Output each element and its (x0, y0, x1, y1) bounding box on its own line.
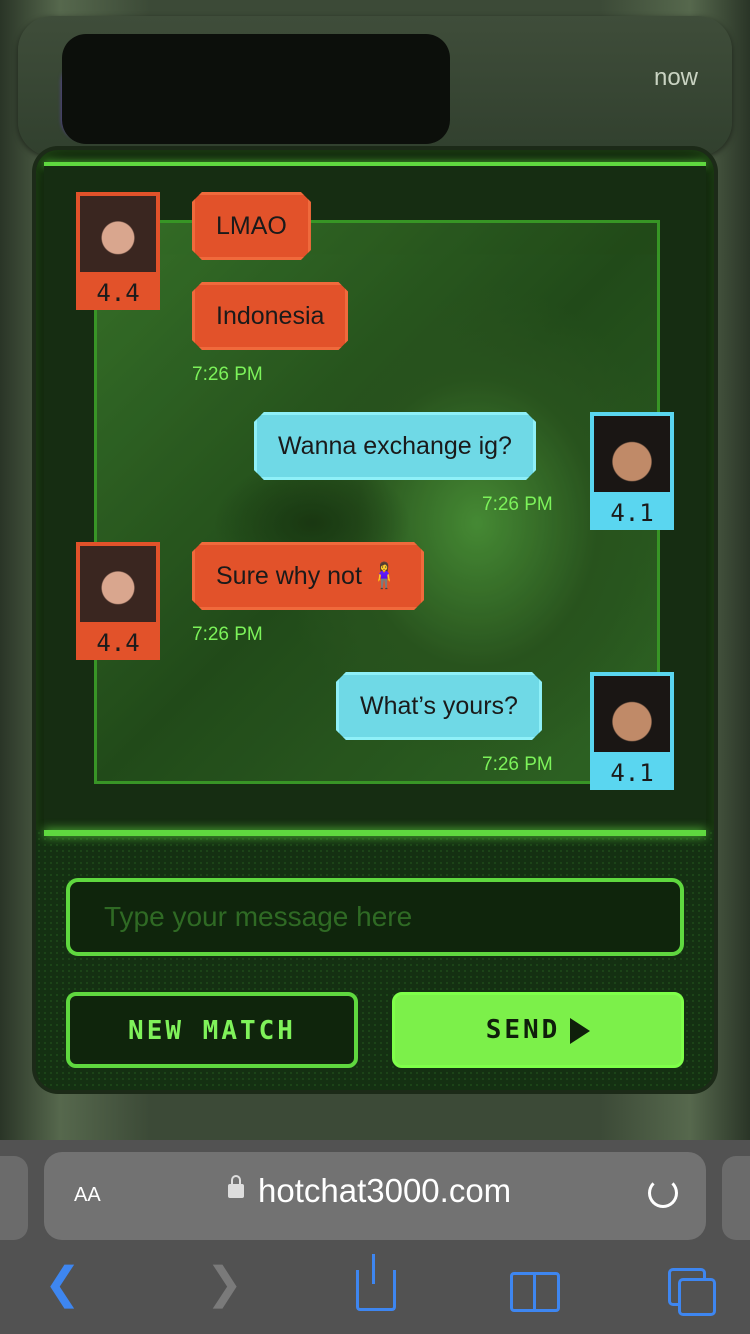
panel-divider (44, 830, 706, 836)
partner-rating: 4.4 (96, 279, 140, 307)
redacted-notification-text (62, 34, 450, 144)
message-timestamp: 7:26 PM (482, 494, 553, 515)
partner-photo (80, 196, 156, 272)
partner-photo (80, 546, 156, 622)
notification-time: now (653, 64, 698, 91)
partner-avatar[interactable]: 4.4 (76, 542, 160, 660)
reload-icon[interactable] (648, 1178, 678, 1208)
new-match-label: NEW MATCH (128, 1016, 296, 1046)
reader-settings-label: AA (74, 1184, 101, 1206)
user-rating: 4.1 (610, 759, 654, 787)
back-icon[interactable]: ❮ (44, 1262, 81, 1306)
reader-settings-button[interactable]: AA (74, 1176, 101, 1208)
url-text: hotchat3000.com (258, 1172, 512, 1209)
message-bubble: What’s yours? (336, 672, 542, 740)
partner-rating: 4.4 (96, 629, 140, 657)
send-button[interactable]: SEND (392, 992, 684, 1068)
send-arrow-icon (570, 1017, 591, 1044)
lock-icon (228, 1175, 244, 1198)
new-match-button[interactable]: NEW MATCH (66, 992, 358, 1068)
user-avatar[interactable]: 4.1 (590, 412, 674, 530)
message-bubble: Wanna exchange ig? (254, 412, 536, 480)
send-label: SEND (485, 1015, 561, 1045)
bookmarks-icon[interactable] (510, 1272, 560, 1312)
message-bubble: Sure why not 🧍‍♀️ (192, 542, 424, 610)
share-icon[interactable] (356, 1254, 396, 1311)
user-avatar[interactable]: 4.1 (590, 672, 674, 790)
user-photo (594, 676, 670, 752)
message-timestamp: 7:26 PM (192, 364, 263, 385)
message-input[interactable]: Type your message here (66, 878, 684, 956)
message-timestamp: 7:26 PM (482, 754, 553, 775)
forward-icon[interactable]: ❯ (206, 1262, 243, 1306)
notification-banner[interactable]: now (18, 16, 732, 156)
next-tab-edge[interactable] (722, 1156, 750, 1240)
message-timestamp: 7:26 PM (192, 624, 263, 645)
partner-avatar[interactable]: 4.4 (76, 192, 160, 310)
previous-tab-edge[interactable] (0, 1156, 28, 1240)
tabs-icon-front (678, 1278, 716, 1316)
message-bubble: Indonesia (192, 282, 348, 350)
user-rating: 4.1 (610, 499, 654, 527)
user-photo (594, 416, 670, 492)
message-bubble: LMAO (192, 192, 311, 260)
address-bar[interactable]: AA hotchat3000.com (44, 1152, 706, 1240)
